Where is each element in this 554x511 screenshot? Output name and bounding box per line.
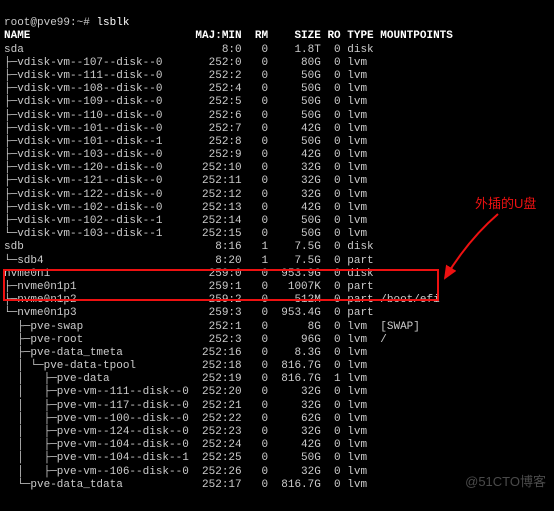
shell-prompt: root@pve99:~# (4, 17, 96, 29)
lsblk-header: NAME MAJ:MIN RM SIZE RO TYPE MOUNTPOINTS (4, 30, 453, 42)
watermark: @51CTO博客 (465, 474, 546, 490)
command-text: lsblk (96, 17, 129, 29)
lsblk-body: sda 8:0 0 1.8T 0 disk ├─vdisk-vm--107--d… (4, 44, 440, 491)
terminal-output: root@pve99:~# lsblk NAME MAJ:MIN RM SIZE… (0, 0, 554, 496)
annotation-text: 外插的U盘 (475, 196, 536, 212)
